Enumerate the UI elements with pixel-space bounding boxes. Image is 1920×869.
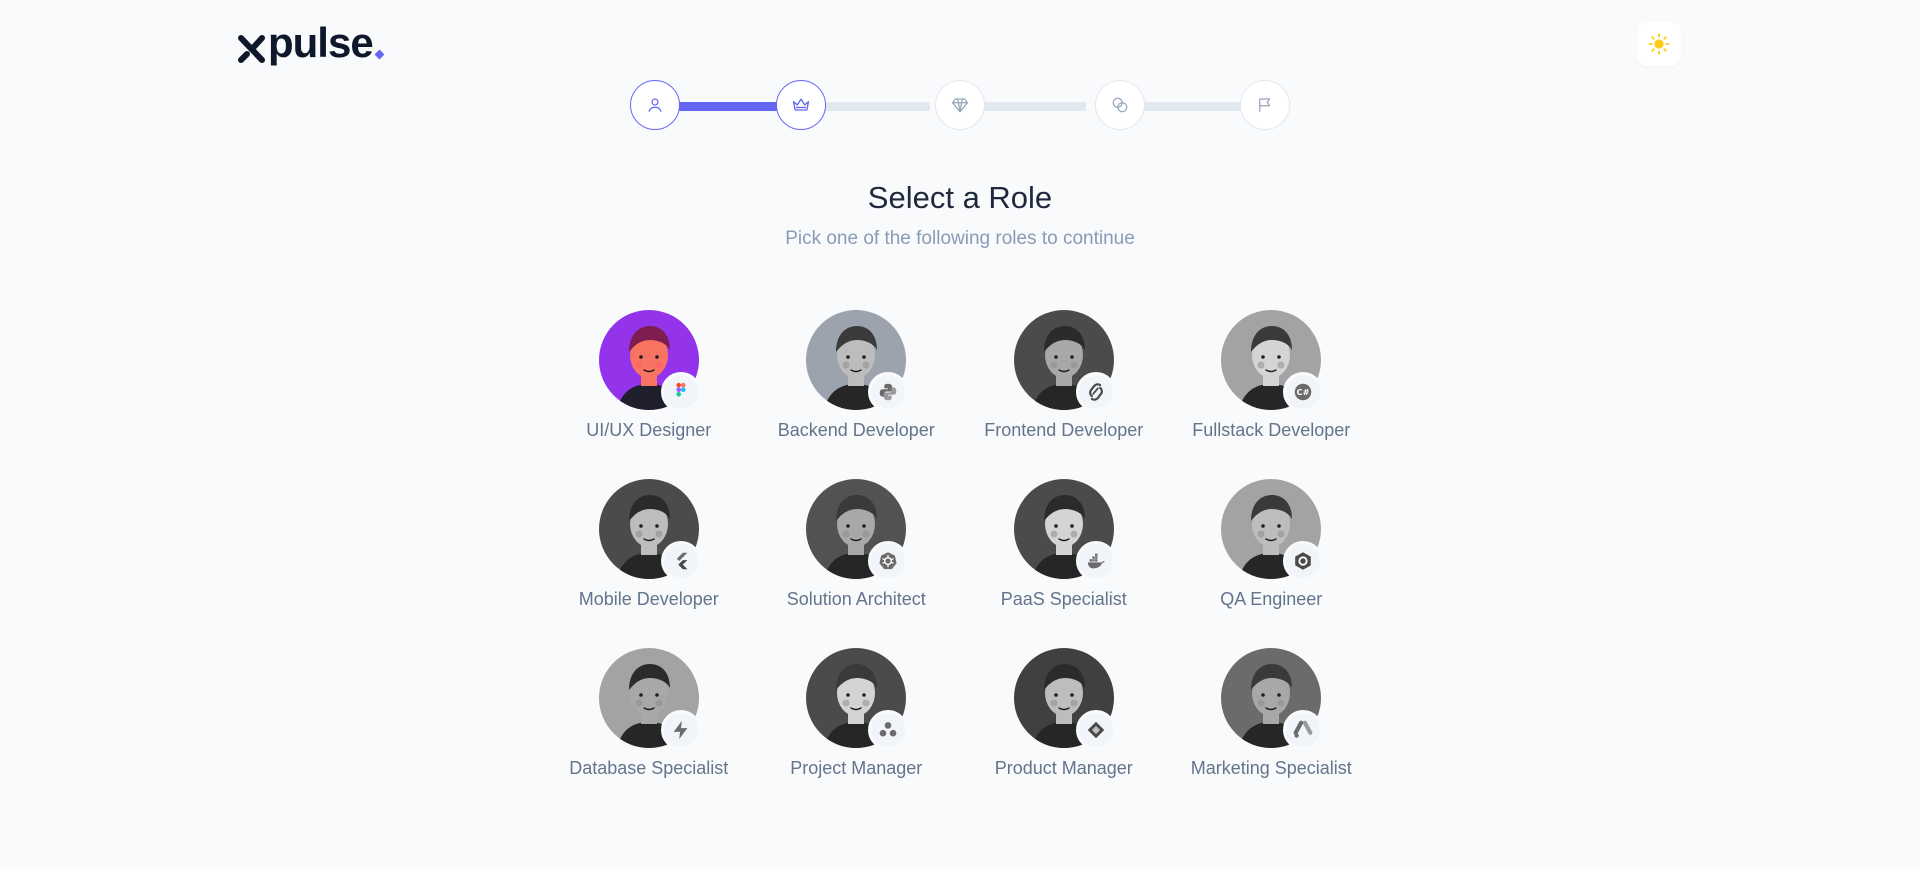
selenium-icon bbox=[1295, 552, 1312, 570]
stepper-track-2 bbox=[824, 102, 930, 111]
page-subtitle: Pick one of the following roles to conti… bbox=[785, 228, 1135, 249]
role-tech-badge bbox=[1283, 710, 1324, 750]
role-label: Product Manager bbox=[994, 758, 1133, 778]
step-skills[interactable] bbox=[935, 80, 985, 130]
role-tech-badge bbox=[868, 541, 909, 581]
page-heading: Select a Role Pick one of the following … bbox=[0, 180, 1920, 250]
role-option-marketing-specialist[interactable]: Marketing Specialist bbox=[1168, 648, 1376, 779]
role-label: Solution Architect bbox=[786, 589, 926, 609]
role-avatar bbox=[1013, 310, 1116, 412]
role-option-database-specialist[interactable]: Database Specialist bbox=[545, 648, 753, 779]
step-profile[interactable] bbox=[630, 80, 680, 130]
role-option-frontend-developer[interactable]: Frontend Developer bbox=[960, 310, 1168, 441]
supabase-icon bbox=[673, 720, 688, 740]
step-role[interactable] bbox=[776, 80, 826, 130]
role-tech-badge bbox=[868, 372, 909, 412]
role-tech-badge bbox=[1075, 710, 1116, 750]
role-grid: UI/UX Designer Backend Developer Fronten… bbox=[545, 310, 1375, 779]
role-option-product-manager[interactable]: Product Manager bbox=[960, 648, 1168, 779]
role-label: Backend Developer bbox=[777, 420, 935, 440]
role-avatar: C# bbox=[1221, 310, 1324, 412]
role-option-solution-architect[interactable]: Solution Architect bbox=[753, 479, 961, 610]
step-plan[interactable] bbox=[1095, 80, 1145, 130]
role-tech-badge bbox=[660, 710, 701, 750]
figma-icon bbox=[676, 382, 686, 397]
role-label: Mobile Developer bbox=[578, 589, 719, 609]
svelte-icon bbox=[1088, 383, 1103, 401]
sun-icon bbox=[1648, 33, 1670, 55]
coins-icon bbox=[1112, 97, 1128, 113]
logo-x-mark-icon bbox=[238, 35, 265, 63]
role-label: QA Engineer bbox=[1220, 589, 1323, 609]
role-label: Fullstack Developer bbox=[1192, 420, 1351, 440]
role-option-paas-specialist[interactable]: PaaS Specialist bbox=[960, 479, 1168, 610]
user-icon bbox=[648, 98, 662, 112]
role-option-ui-ux-designer[interactable]: UI/UX Designer bbox=[545, 310, 753, 441]
svg-text:C#: C# bbox=[1297, 387, 1310, 397]
role-avatar bbox=[806, 648, 909, 750]
role-avatar bbox=[1013, 479, 1116, 581]
theme-toggle-button[interactable] bbox=[1637, 22, 1681, 66]
flutter-icon bbox=[676, 552, 688, 570]
xpulse-logo[interactable]: pulse bbox=[238, 19, 385, 66]
role-option-mobile-developer[interactable]: Mobile Developer bbox=[545, 479, 753, 610]
crown-icon bbox=[792, 98, 810, 111]
csharp-icon: C# bbox=[1295, 383, 1312, 401]
role-label: PaaS Specialist bbox=[1000, 589, 1127, 609]
diamond-icon bbox=[951, 98, 969, 113]
role-option-project-manager[interactable]: Project Manager bbox=[753, 648, 961, 779]
role-label: UI/UX Designer bbox=[586, 420, 712, 440]
page-title: Select a Role bbox=[867, 180, 1053, 215]
step-finish[interactable] bbox=[1240, 80, 1290, 130]
role-option-fullstack-developer[interactable]: C# Fullstack Developer bbox=[1168, 310, 1376, 441]
role-avatar bbox=[806, 310, 909, 412]
role-tech-badge bbox=[660, 372, 701, 412]
role-avatar bbox=[598, 310, 701, 412]
role-label: Marketing Specialist bbox=[1190, 758, 1352, 778]
role-avatar bbox=[1013, 648, 1116, 750]
logo-dot bbox=[374, 49, 385, 60]
role-tech-badge bbox=[660, 541, 701, 581]
role-label: Database Specialist bbox=[569, 758, 729, 778]
role-option-qa-engineer[interactable]: QA Engineer bbox=[1168, 479, 1376, 610]
python-icon bbox=[880, 383, 897, 401]
onboarding-page: pulse Select a Role Pick one of the foll… bbox=[0, 0, 1920, 869]
jira-icon bbox=[1087, 721, 1104, 739]
google-ads-icon bbox=[1293, 720, 1313, 738]
role-avatar bbox=[1221, 479, 1324, 581]
logo-wordmark: pulse bbox=[268, 19, 374, 66]
asana-icon bbox=[879, 722, 897, 737]
role-avatar bbox=[598, 648, 701, 750]
kubernetes-icon bbox=[879, 552, 897, 570]
role-tech-badge bbox=[1283, 541, 1324, 581]
docker-icon bbox=[1087, 553, 1105, 569]
progress-stepper bbox=[630, 80, 1290, 130]
role-tech-badge bbox=[868, 710, 909, 750]
role-tech-badge: C# bbox=[1283, 372, 1324, 412]
flag-icon bbox=[1259, 98, 1271, 112]
role-avatar bbox=[598, 479, 701, 581]
role-tech-badge bbox=[1075, 541, 1116, 581]
role-label: Project Manager bbox=[790, 758, 923, 778]
stepper-track-1 bbox=[678, 102, 778, 111]
stepper-track-4 bbox=[1132, 102, 1242, 111]
role-label: Frontend Developer bbox=[984, 420, 1144, 440]
stepper-track-3 bbox=[976, 102, 1086, 111]
role-tech-badge bbox=[1075, 372, 1116, 412]
role-avatar bbox=[1221, 648, 1324, 750]
role-avatar bbox=[806, 479, 909, 581]
role-option-backend-developer[interactable]: Backend Developer bbox=[753, 310, 961, 441]
